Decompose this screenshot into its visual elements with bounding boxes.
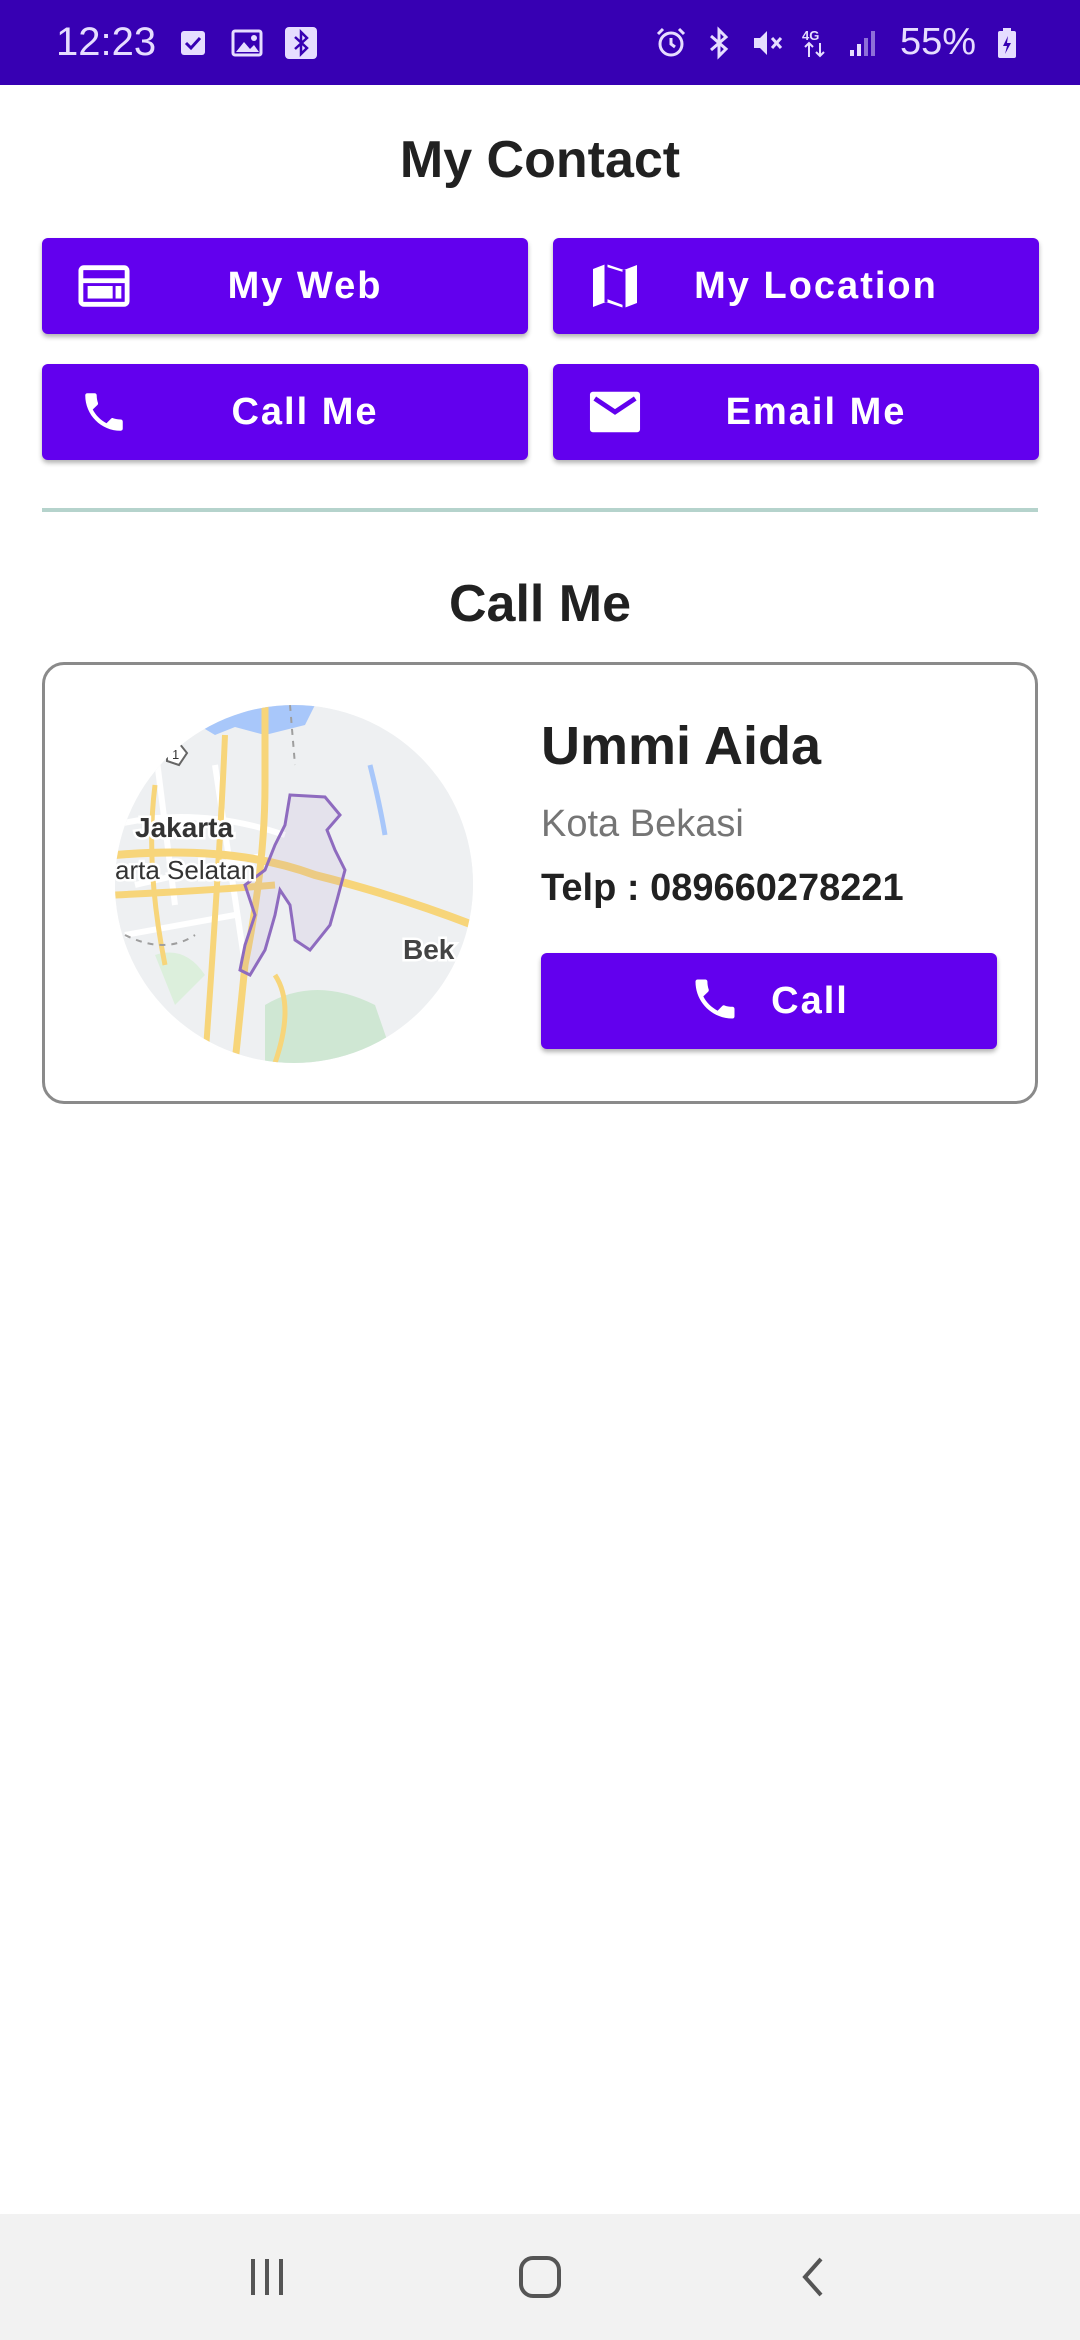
contact-phone: Telp : 089660278221 xyxy=(541,867,904,909)
contact-name: Ummi Aida xyxy=(541,716,822,776)
battery-charging-icon xyxy=(990,26,1024,60)
contact-card: 1 Jakarta arta Selatan Bek Ummi Aida Kot… xyxy=(42,662,1038,1104)
phone-icon xyxy=(689,973,741,1030)
map-thumbnail: 1 Jakarta arta Selatan Bek xyxy=(115,705,473,1063)
alarm-icon xyxy=(654,26,688,60)
section-title: Call Me xyxy=(448,575,632,633)
phone-icon xyxy=(78,388,130,436)
map-label-selatan: arta Selatan xyxy=(115,855,255,885)
mute-icon xyxy=(750,26,784,60)
4g-icon: 4G xyxy=(798,26,832,60)
call-me-button[interactable]: Call Me xyxy=(42,364,528,460)
signal-icon xyxy=(846,26,880,60)
svg-text:1: 1 xyxy=(172,747,179,762)
recents-icon[interactable] xyxy=(227,2237,307,2317)
contact-city: Kota Bekasi xyxy=(541,803,744,845)
map-icon xyxy=(589,262,641,310)
map-label-jakarta: Jakarta xyxy=(135,812,234,843)
image-icon xyxy=(230,26,264,60)
bluetooth-icon xyxy=(284,26,318,60)
call-button[interactable]: Call xyxy=(541,953,997,1049)
battery-percent: 55% xyxy=(899,21,976,63)
web-icon xyxy=(78,262,130,310)
map-label-bekasi: Bek xyxy=(403,934,455,965)
divider xyxy=(42,508,1038,512)
email-me-button[interactable]: Email Me xyxy=(553,364,1039,460)
email-icon xyxy=(589,388,641,436)
bluetooth-icon xyxy=(702,25,736,60)
status-bar: 12:23 4G 55% xyxy=(0,0,1080,85)
page-title: My Contact xyxy=(399,131,681,189)
my-location-button[interactable]: My Location xyxy=(553,238,1039,334)
back-icon[interactable] xyxy=(773,2237,853,2317)
navigation-bar xyxy=(0,2214,1080,2340)
checkbox-icon xyxy=(176,26,210,60)
svg-text:4G: 4G xyxy=(802,28,819,43)
my-web-button[interactable]: My Web xyxy=(42,238,528,334)
home-icon[interactable] xyxy=(500,2237,580,2317)
call-label: Call xyxy=(771,979,849,1022)
status-time: 12:23 xyxy=(56,20,157,64)
